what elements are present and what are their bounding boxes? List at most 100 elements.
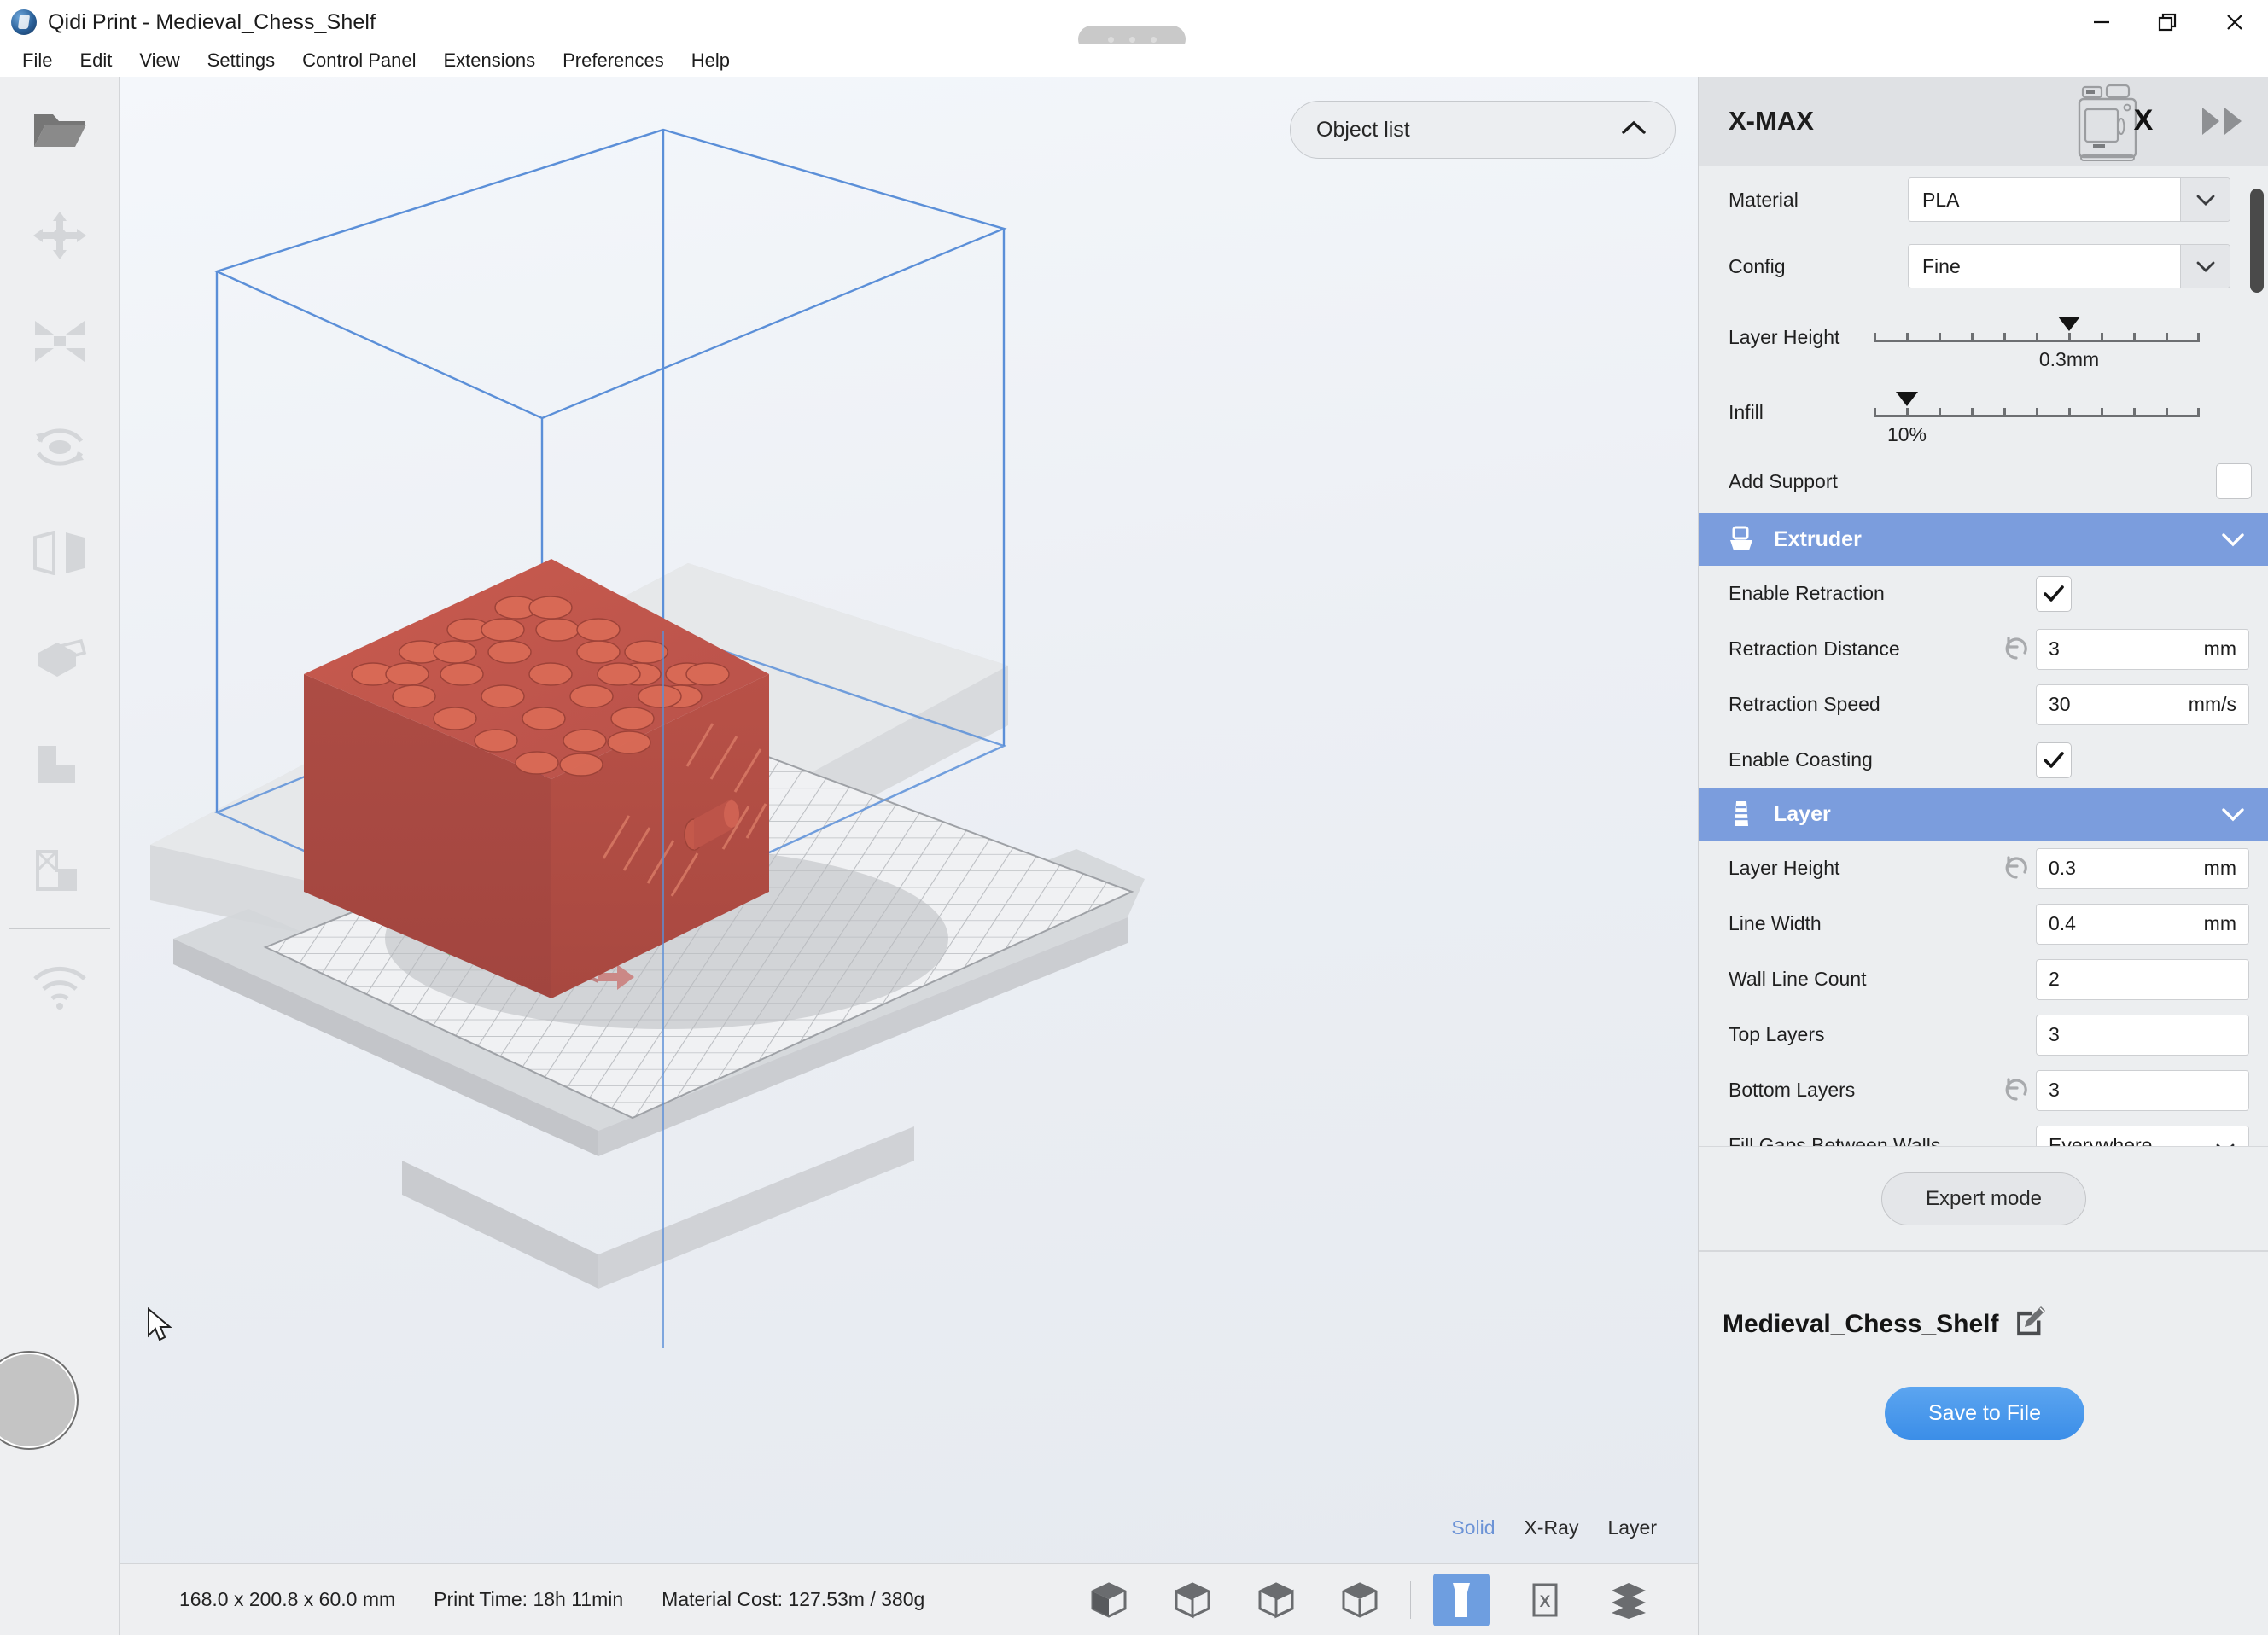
tool-wifi[interactable] bbox=[0, 934, 120, 1040]
layer-height-unit: mm bbox=[2203, 857, 2236, 879]
material-label: Material bbox=[1729, 188, 1799, 211]
3d-viewport[interactable]: Z bbox=[120, 77, 1698, 1563]
enable-coasting-checkbox[interactable] bbox=[2036, 742, 2072, 778]
cube-outline-icon[interactable] bbox=[1151, 1564, 1234, 1635]
menu-item-preferences[interactable]: Preferences bbox=[549, 47, 678, 74]
config-value: Fine bbox=[1922, 254, 1961, 277]
enable-retraction-checkbox[interactable] bbox=[2036, 575, 2072, 612]
retraction-distance-value: 3 bbox=[2049, 637, 2060, 660]
expert-mode-zone: Expert mode bbox=[1699, 1146, 2268, 1250]
section-title-extruder: Extruder bbox=[1774, 527, 1862, 551]
chevron-down-icon bbox=[2219, 805, 2247, 828]
wall-line-count-label: Wall Line Count bbox=[1729, 968, 1867, 990]
view-mode-layer[interactable]: Layer bbox=[1607, 1516, 1657, 1539]
fill-gaps-value: Everywhere bbox=[2049, 1134, 2153, 1146]
menu-item-edit[interactable]: Edit bbox=[66, 47, 125, 74]
open-file-icon bbox=[32, 106, 88, 154]
menu-item-extensions[interactable]: Extensions bbox=[429, 47, 549, 74]
row-infill-slider: Infill 10% bbox=[1699, 375, 2268, 450]
settings-scrollbar[interactable] bbox=[2250, 166, 2266, 1146]
tool-move[interactable] bbox=[0, 183, 120, 288]
infill-slider-label: Infill bbox=[1729, 400, 1764, 423]
layer-height-slider-knob[interactable] bbox=[2058, 317, 2080, 331]
menu-item-file[interactable]: File bbox=[9, 47, 66, 74]
cube-wire-icon[interactable] bbox=[1318, 1564, 1402, 1635]
material-cost: Material Cost: 127.53m / 380g bbox=[662, 1588, 925, 1610]
section-header-extruder[interactable]: Extruder bbox=[1699, 513, 2268, 566]
minimize-icon[interactable] bbox=[2068, 0, 2135, 44]
layer-height-input[interactable]: 0.3 mm bbox=[2036, 847, 2249, 889]
settings-scroll-area[interactable]: Material PLA Config Fine Layer Height 0.… bbox=[1699, 166, 2268, 1146]
print-time: Print Time: 18h 11min bbox=[434, 1588, 624, 1610]
reset-icon[interactable] bbox=[1997, 1077, 2036, 1104]
cube-half-icon[interactable] bbox=[1234, 1564, 1318, 1635]
tool-per-model-settings[interactable] bbox=[0, 606, 120, 712]
retraction-speed-label: Retraction Speed bbox=[1729, 693, 1880, 715]
fill-gaps-select[interactable]: Everywhere bbox=[2036, 1125, 2249, 1146]
reset-icon[interactable] bbox=[1997, 636, 2036, 663]
infill-slider[interactable]: 10% bbox=[1874, 392, 2200, 445]
svg-text:X: X bbox=[2134, 104, 2154, 137]
window-title: Qidi Print - Medieval_Chess_Shelf bbox=[48, 9, 376, 34]
line-width-input[interactable]: 0.4 mm bbox=[2036, 903, 2249, 945]
enable-coasting-label: Enable Coasting bbox=[1729, 748, 1873, 771]
add-support-checkbox[interactable] bbox=[2216, 463, 2252, 499]
enable-retraction-field bbox=[2036, 575, 2249, 612]
view-mode-xray[interactable]: X-Ray bbox=[1525, 1516, 1579, 1539]
printer-name: X-MAX bbox=[1729, 106, 1814, 136]
svg-text:X: X bbox=[1540, 1593, 1551, 1611]
tool-support-eraser[interactable] bbox=[0, 818, 120, 923]
reset-icon[interactable] bbox=[1997, 855, 2036, 882]
section-header-layer[interactable]: Layer bbox=[1699, 788, 2268, 841]
save-to-file-button[interactable]: Save to File bbox=[1885, 1387, 2084, 1440]
cube-solid-icon[interactable] bbox=[1067, 1564, 1151, 1635]
chevron-down-icon bbox=[2214, 1138, 2236, 1146]
pencil-edit-icon[interactable] bbox=[2012, 1305, 2046, 1343]
retraction-speed-input[interactable]: 30 mm/s bbox=[2036, 684, 2249, 725]
infill-slider-knob[interactable] bbox=[1896, 392, 1918, 406]
mirror-icon bbox=[32, 531, 88, 575]
view-mode-solid[interactable]: Solid bbox=[1451, 1516, 1495, 1539]
row-layer-height-slider: Layer Height 0.3mm bbox=[1699, 300, 2268, 375]
row-line-width: Line Width 0.4 mm bbox=[1699, 896, 2268, 951]
slider-track bbox=[1874, 331, 2200, 343]
tool-mirror[interactable] bbox=[0, 500, 120, 606]
row-config: Config Fine bbox=[1699, 233, 2268, 300]
material-select[interactable]: PLA bbox=[1908, 177, 2230, 222]
orientation-ball[interactable] bbox=[0, 1351, 79, 1450]
double-chevron-right-icon[interactable] bbox=[2197, 102, 2250, 144]
bottom-layers-input[interactable]: 3 bbox=[2036, 1069, 2249, 1111]
wall-line-count-value: 2 bbox=[2049, 968, 2060, 990]
top-layers-input[interactable]: 3 bbox=[2036, 1014, 2249, 1056]
row-material: Material PLA bbox=[1699, 166, 2268, 233]
menu-item-control-panel[interactable]: Control Panel bbox=[289, 47, 429, 74]
tool-open-file[interactable] bbox=[0, 77, 120, 183]
menu-item-view[interactable]: View bbox=[125, 47, 193, 74]
expert-mode-button[interactable]: Expert mode bbox=[1881, 1172, 2086, 1225]
wall-line-count-input[interactable]: 2 bbox=[2036, 958, 2249, 1000]
layer-height-slider[interactable]: 0.3mm bbox=[1874, 317, 2200, 370]
config-label: Config bbox=[1729, 254, 1786, 277]
close-icon[interactable] bbox=[2201, 0, 2268, 44]
tool-support-blocker[interactable] bbox=[0, 712, 120, 818]
object-list-button[interactable]: Object list bbox=[1290, 101, 1676, 159]
solid-view-icon[interactable] bbox=[1420, 1564, 1503, 1635]
menu-item-settings[interactable]: Settings bbox=[194, 47, 289, 74]
toolbar-divider bbox=[9, 928, 110, 929]
xray-view-icon[interactable]: X bbox=[1503, 1564, 1587, 1635]
tool-scale[interactable] bbox=[0, 288, 120, 394]
restore-icon[interactable] bbox=[2135, 0, 2201, 44]
tool-rotate[interactable] bbox=[0, 394, 120, 500]
menu-item-help[interactable]: Help bbox=[678, 47, 743, 74]
scrollbar-thumb[interactable] bbox=[2250, 189, 2264, 293]
dot bbox=[1107, 36, 1114, 43]
config-select[interactable]: Fine bbox=[1908, 244, 2230, 288]
top-layers-label: Top Layers bbox=[1729, 1023, 1825, 1045]
retraction-distance-input[interactable]: 3 mm bbox=[2036, 628, 2249, 670]
layer-height-slider-value: 0.3mm bbox=[2038, 348, 2100, 370]
layer-view-icon[interactable] bbox=[1587, 1564, 1670, 1635]
scale-icon bbox=[32, 317, 88, 365]
dot bbox=[1150, 36, 1157, 43]
printer-xmax-icon: X bbox=[2057, 84, 2160, 166]
object-list-label: Object list bbox=[1316, 117, 1410, 142]
